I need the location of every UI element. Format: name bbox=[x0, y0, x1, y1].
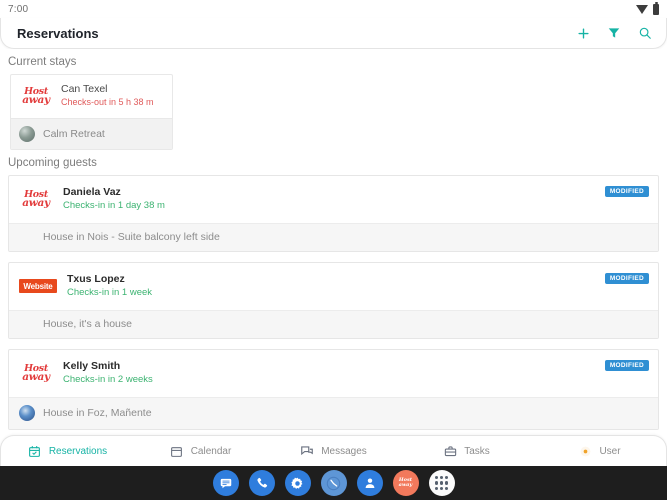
filter-icon[interactable] bbox=[605, 24, 623, 42]
reservation-guest-row[interactable]: Website Txus Lopez Checks-in in 1 week M… bbox=[9, 263, 658, 310]
status-badge: MODIFIED bbox=[604, 273, 649, 284]
property-thumbnail-icon bbox=[19, 126, 35, 142]
website-channel-logo-icon: Website bbox=[19, 279, 57, 293]
tab-label: Tasks bbox=[464, 445, 490, 457]
reservation-texts: Txus Lopez Checks-in in 1 week bbox=[67, 272, 152, 300]
hostaway-app-logo-text: Host away bbox=[398, 476, 413, 488]
content-scroll-area[interactable]: Current stays Host away Can Texel Checks… bbox=[0, 49, 667, 435]
tab-label: User bbox=[599, 445, 621, 457]
reservation-card[interactable]: Website Txus Lopez Checks-in in 1 week M… bbox=[8, 262, 659, 339]
search-icon[interactable] bbox=[636, 24, 654, 42]
tab-label: Reservations bbox=[48, 445, 108, 457]
status-badge: MODIFIED bbox=[604, 360, 649, 371]
current-stay-guest-row[interactable]: Host away Can Texel Checks-out in 5 h 38… bbox=[11, 75, 172, 118]
checkin-status: Checks-in in 1 day 38 m bbox=[63, 200, 165, 211]
current-stay-card[interactable]: Host away Can Texel Checks-out in 5 h 38… bbox=[10, 74, 173, 150]
property-thumbnail-icon bbox=[19, 405, 35, 421]
guest-name: Daniela Vaz bbox=[63, 186, 121, 198]
guest-name: Kelly Smith bbox=[63, 360, 121, 372]
guest-name: Txus Lopez bbox=[67, 273, 125, 285]
tab-messages[interactable]: Messages bbox=[267, 444, 400, 458]
contacts-app-icon[interactable] bbox=[356, 470, 383, 496]
status-bar-time: 7:00 bbox=[8, 3, 29, 15]
status-bar-system-icons bbox=[636, 1, 659, 15]
phone-app-icon[interactable] bbox=[248, 470, 275, 496]
reservation-texts: Daniela Vaz Checks-in in 1 day 38 m bbox=[63, 185, 165, 213]
hostaway-logo-icon: Host away bbox=[22, 85, 50, 106]
tab-calendar[interactable]: Calendar bbox=[134, 444, 267, 458]
tab-tasks[interactable]: Tasks bbox=[400, 444, 533, 458]
chat-bubbles-icon bbox=[300, 444, 314, 458]
tab-label: Messages bbox=[321, 445, 367, 457]
app-bar-actions bbox=[574, 24, 654, 42]
app-drawer-dots bbox=[434, 476, 449, 490]
android-dock: Host away bbox=[0, 466, 667, 500]
settings-app-icon[interactable] bbox=[284, 470, 311, 496]
checkin-status: Checks-in in 2 weeks bbox=[63, 374, 153, 385]
current-stays-section-label: Current stays bbox=[8, 56, 77, 68]
property-name: House in Nois - Suite balcony left side bbox=[43, 231, 220, 243]
upcoming-guests-section-label: Upcoming guests bbox=[8, 157, 97, 169]
user-avatar-icon bbox=[578, 444, 592, 458]
bottom-navigation-bar: Reservations Calendar Messages Tasks Use… bbox=[0, 435, 667, 466]
current-stay-status: Checks-out in 5 h 38 m bbox=[61, 97, 154, 107]
property-name: House, it's a house bbox=[43, 318, 132, 330]
messages-app-icon[interactable] bbox=[212, 470, 239, 496]
app-screen: 7:00 Reservations Current stays Host awa… bbox=[0, 0, 667, 500]
app-drawer-icon[interactable] bbox=[428, 470, 455, 496]
calendar-check-icon bbox=[28, 444, 42, 458]
reservation-property-row[interactable]: House, it's a house bbox=[9, 310, 658, 338]
tab-user[interactable]: User bbox=[533, 444, 666, 458]
checkin-status: Checks-in in 1 week bbox=[67, 287, 153, 298]
tab-reservations[interactable]: Reservations bbox=[1, 444, 134, 458]
hostaway-logo-icon: Host away bbox=[22, 362, 50, 383]
clock-app-icon[interactable] bbox=[320, 470, 347, 496]
briefcase-icon bbox=[443, 444, 457, 458]
battery-icon bbox=[653, 1, 659, 15]
property-name: House in Foz, Mañente bbox=[43, 407, 152, 419]
current-stay-texts: Can Texel Checks-out in 5 h 38 m bbox=[61, 83, 154, 109]
tab-label: Calendar bbox=[190, 445, 232, 457]
page-title: Reservations bbox=[17, 25, 99, 41]
calendar-icon bbox=[170, 444, 184, 458]
add-icon[interactable] bbox=[574, 24, 592, 42]
reservation-texts: Kelly Smith Checks-in in 2 weeks bbox=[63, 359, 153, 387]
current-stay-property-name: Calm Retreat bbox=[43, 128, 105, 140]
current-stay-guest-name: Can Texel bbox=[61, 83, 108, 95]
status-badge: MODIFIED bbox=[604, 186, 649, 197]
reservation-card[interactable]: Host away Daniela Vaz Checks-in in 1 day… bbox=[8, 175, 659, 252]
hostaway-app-icon[interactable]: Host away bbox=[392, 470, 419, 496]
reservation-guest-row[interactable]: Host away Daniela Vaz Checks-in in 1 day… bbox=[9, 176, 658, 223]
current-stay-property-row[interactable]: Calm Retreat bbox=[11, 118, 172, 149]
reservation-card[interactable]: Host away Kelly Smith Checks-in in 2 wee… bbox=[8, 349, 659, 430]
hostaway-logo-icon: Host away bbox=[22, 188, 50, 209]
reservation-property-row[interactable]: House in Nois - Suite balcony left side bbox=[9, 223, 658, 251]
reservation-property-row[interactable]: House in Foz, Mañente bbox=[9, 397, 658, 429]
wifi-icon bbox=[636, 4, 648, 14]
app-bar: Reservations bbox=[0, 18, 667, 49]
reservation-guest-row[interactable]: Host away Kelly Smith Checks-in in 2 wee… bbox=[9, 350, 658, 397]
status-bar: 7:00 bbox=[0, 0, 667, 18]
